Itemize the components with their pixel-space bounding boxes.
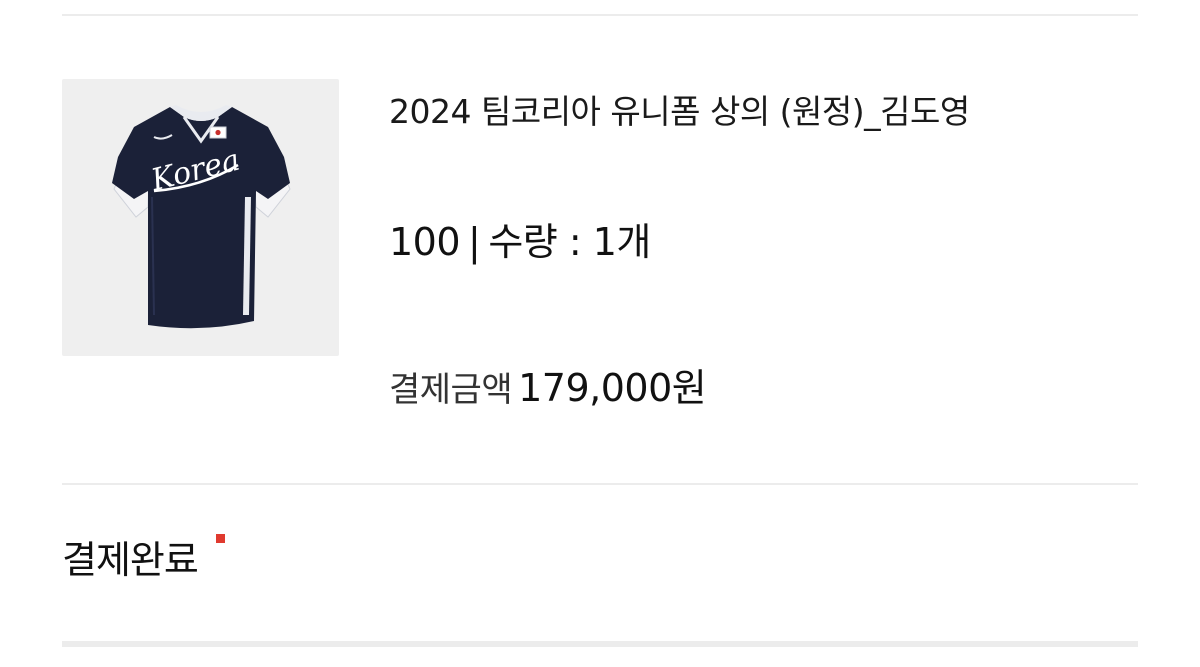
section-divider — [62, 483, 1138, 485]
status-indicator-dot — [216, 534, 225, 543]
product-thumbnail[interactable]: Korea — [62, 79, 339, 356]
payment-label: 결제금액 — [389, 370, 513, 410]
product-name[interactable]: 2024 팀코리아 유니폼 상의 (원정)_김도영 — [389, 83, 1089, 140]
jersey-icon: Korea — [112, 105, 291, 329]
product-options: 100 | 수량 : 1개 — [389, 216, 651, 268]
bottom-divider — [62, 641, 1138, 647]
option-quantity: 수량 : 1개 — [488, 220, 651, 264]
payment-amount: 179,000원 — [518, 366, 707, 410]
payment-amount-line: 결제금액 179,000원 — [389, 362, 707, 416]
option-separator: | — [468, 220, 481, 264]
order-status: 결제완료 — [62, 538, 199, 582]
option-size: 100 — [389, 220, 461, 264]
top-divider — [62, 14, 1138, 16]
